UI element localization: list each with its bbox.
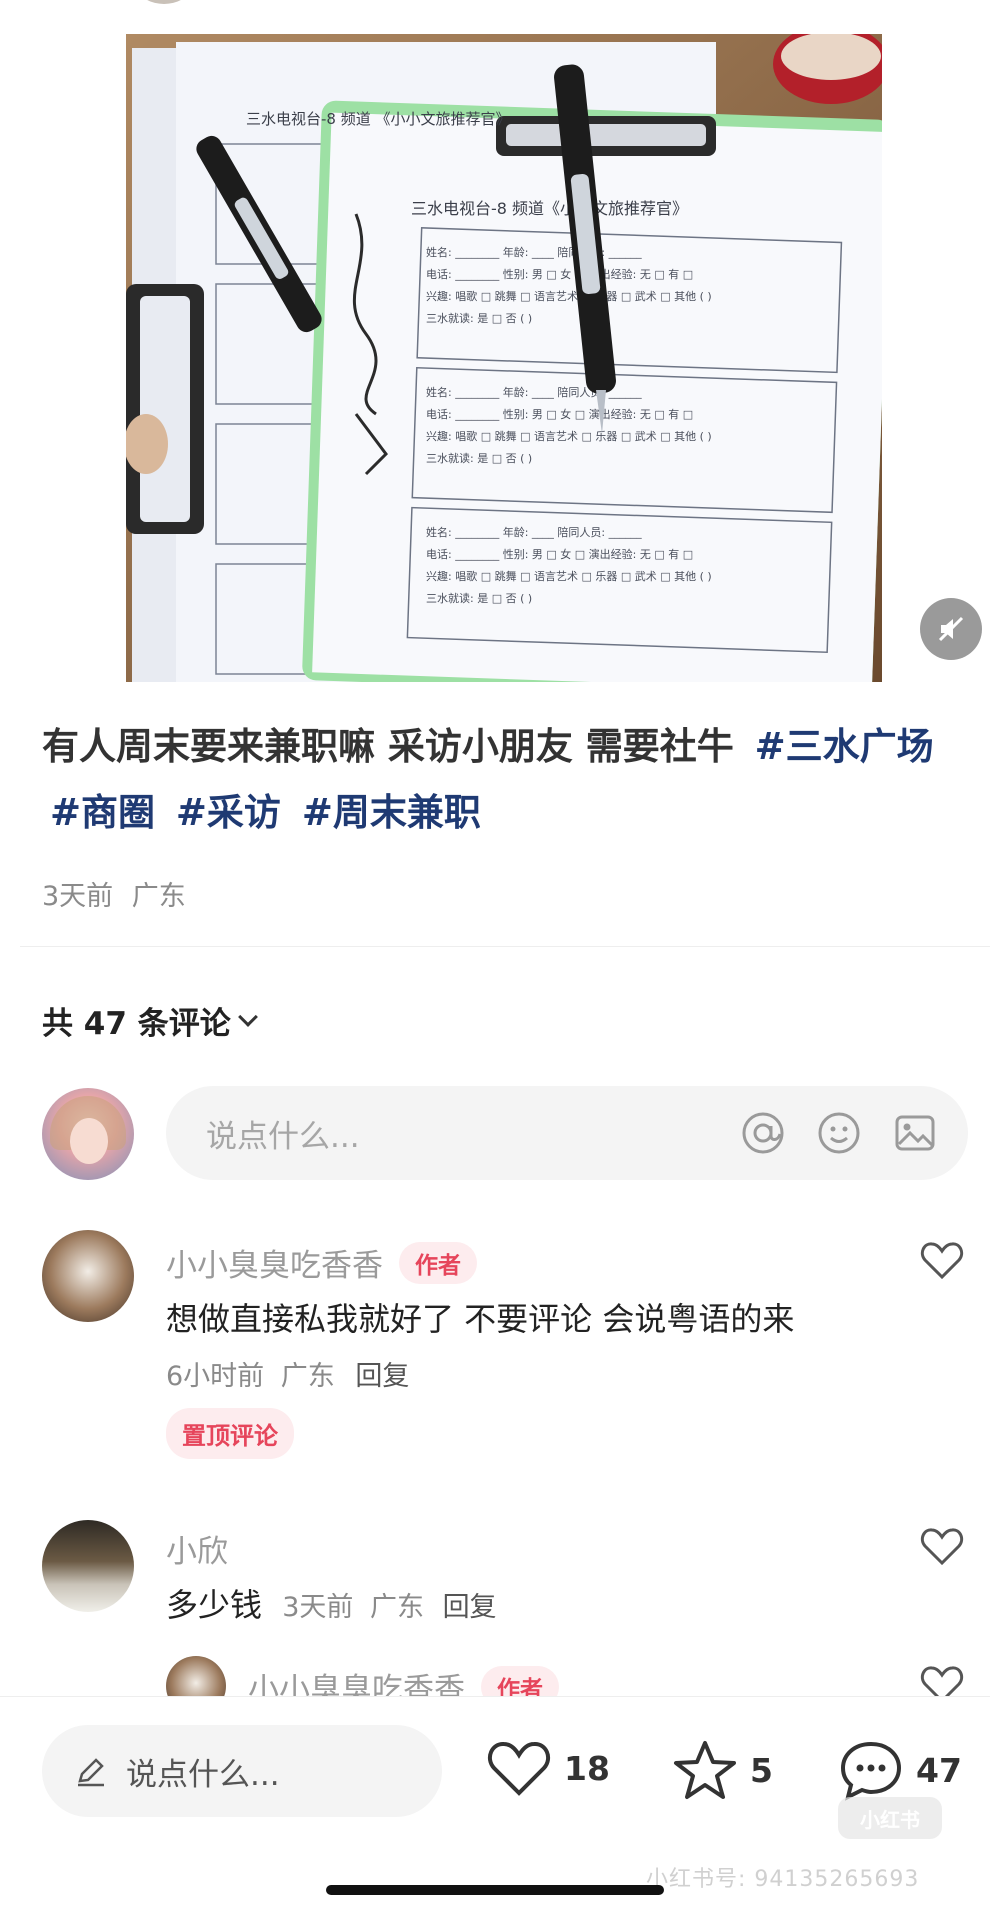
comment-meta: 6小时前 广东 回复	[166, 1354, 409, 1393]
post-description: 有人周末要来兼职嘛 采访小朋友 需要社牛 #三水广场 #商圈 #采访 #周末兼职	[42, 714, 962, 846]
home-indicator[interactable]	[326, 1885, 664, 1895]
comment-location: 广东	[369, 1592, 424, 1623]
comment-input-placeholder: 说点什么...	[206, 1118, 360, 1155]
comments-count-toggle[interactable]: 共 47 条评论	[42, 998, 258, 1043]
svg-text:兴趣: 唱歌 □ 跳舞 □ 语言艺术 □ 乐器 □ 武术 □: 兴趣: 唱歌 □ 跳舞 □ 语言艺术 □ 乐器 □ 武术 □ 其他 ( )	[426, 289, 712, 303]
comments-count-label: 共 47 条评论	[42, 1006, 231, 1042]
post-body: 有人周末要来兼职嘛 采访小朋友 需要社牛	[42, 725, 734, 768]
my-avatar	[42, 1088, 134, 1180]
like-button[interactable]: 18	[486, 1739, 610, 1797]
emoji-icon[interactable]	[816, 1110, 862, 1156]
comment-text[interactable]: 想做直接私我就好了 不要评论 会说粤语的来	[166, 1294, 794, 1340]
pencil-icon	[78, 1758, 104, 1787]
heart-icon	[488, 1742, 550, 1796]
heart-icon[interactable]	[920, 1526, 964, 1566]
svg-text:三水就读: 是 □ 否 ( ): 三水就读: 是 □ 否 ( )	[426, 591, 532, 605]
hashtag[interactable]: #三水广场	[755, 725, 934, 768]
comment-line: 多少钱 3天前 广东 回复	[166, 1580, 497, 1626]
post-image[interactable]: 三水电视台-8 频道《小小文旅推荐官》 三水电视台-8 频道 《小小文旅推荐官》…	[126, 34, 882, 682]
bottom-comment-input[interactable]: 说点什么...	[42, 1725, 442, 1817]
hashtag[interactable]: #商圈	[50, 791, 155, 834]
author-badge: 作者	[399, 1241, 477, 1284]
comment-input[interactable]: 说点什么...	[166, 1086, 968, 1180]
svg-text:兴趣: 唱歌 □ 跳舞 □ 语言艺术 □ 乐器 □ 武术 □: 兴趣: 唱歌 □ 跳舞 □ 语言艺术 □ 乐器 □ 武术 □ 其他 ( )	[426, 429, 712, 443]
svg-text:三水电视台-8 频道 《小小文旅推荐官》: 三水电视台-8 频道 《小小文旅推荐官》	[246, 110, 511, 128]
commenter-avatar[interactable]	[42, 1230, 134, 1322]
volume-mute-icon	[938, 616, 964, 642]
reply-button[interactable]: 回复	[443, 1592, 497, 1623]
watermark-logo: 小红书	[838, 1797, 942, 1839]
post-meta: 3天前 广东	[42, 874, 186, 913]
comment-location: 广东	[280, 1361, 335, 1392]
star-icon	[674, 1741, 736, 1799]
hashtag[interactable]: #采访	[176, 791, 281, 834]
svg-text:兴趣: 唱歌 □ 跳舞 □ 语言艺术 □ 乐器 □ 武术 □: 兴趣: 唱歌 □ 跳舞 □ 语言艺术 □ 乐器 □ 武术 □ 其他 ( )	[426, 569, 712, 583]
comment-bubble-icon	[840, 1741, 902, 1801]
svg-text:姓名: ________ 年龄: ____ 陪同人员:: 姓名: ________ 年龄: ____ 陪同人员: ______	[426, 245, 642, 259]
watermark-text: 小红书号: 9413526569​3	[646, 1867, 920, 1892]
pinned-badge: 置顶评论	[166, 1408, 294, 1459]
commenter-name-text: 小欣	[166, 1534, 228, 1570]
comment-meta: 3天前 广东 回复	[282, 1592, 496, 1623]
comment-button[interactable]: 47	[838, 1739, 962, 1801]
divider	[20, 946, 990, 947]
commenter-name[interactable]: 小小臭臭吃香香 作者	[166, 1240, 477, 1285]
comment-time: 6小时前	[166, 1361, 265, 1392]
collect-count: 5	[750, 1750, 773, 1790]
heart-icon[interactable]	[920, 1240, 964, 1280]
hashtag[interactable]: #周末兼职	[302, 791, 481, 834]
svg-text:三水电视台-8 频道《小小文旅推荐官》: 三水电视台-8 频道《小小文旅推荐官》	[411, 199, 688, 218]
author-avatar-top[interactable]	[140, 0, 188, 4]
comment-text[interactable]: 多少钱	[166, 1586, 262, 1624]
comment-time: 3天前	[282, 1592, 354, 1623]
image-icon[interactable]	[892, 1110, 938, 1156]
svg-text:电话: ________ 性别: 男 □ 女 □ 演出经: 电话: ________ 性别: 男 □ 女 □ 演出经验: 无 □ 有 □	[426, 547, 693, 561]
collect-button[interactable]: 5	[672, 1739, 773, 1801]
svg-text:三水就读: 是 □ 否 ( ): 三水就读: 是 □ 否 ( )	[426, 451, 532, 465]
post-location: 广东	[131, 881, 186, 912]
svg-text:电话: ________ 性别: 男 □ 女 □ 演出经: 电话: ________ 性别: 男 □ 女 □ 演出经验: 无 □ 有 □	[426, 267, 693, 281]
svg-text:姓名: ________ 年龄: ____ 陪同人员:: 姓名: ________ 年龄: ____ 陪同人员: ______	[426, 525, 642, 539]
commenter-avatar[interactable]	[42, 1520, 134, 1612]
commenter-name-text: 小小臭臭吃香香	[166, 1248, 383, 1284]
comment-count: 47	[916, 1750, 962, 1790]
like-count: 18	[564, 1748, 610, 1788]
bottom-input-placeholder: 说点什么...	[126, 1756, 280, 1793]
svg-text:三水就读: 是 □ 否 ( ): 三水就读: 是 □ 否 ( )	[426, 311, 532, 325]
chevron-down-icon	[237, 1006, 258, 1027]
svg-text:电话: ________ 性别: 男 □ 女 □ 演出经: 电话: ________ 性别: 男 □ 女 □ 演出经验: 无 □ 有 □	[426, 407, 693, 421]
bottom-action-bar: 说点什么... 18 5 47 小红书 小红书号: 9413526569​3	[0, 1696, 990, 1920]
commenter-name[interactable]: 小欣	[166, 1526, 228, 1571]
reply-button[interactable]: 回复	[355, 1361, 409, 1392]
mute-button[interactable]	[920, 598, 982, 660]
post-time: 3天前	[42, 881, 114, 912]
mention-icon[interactable]	[740, 1110, 786, 1156]
